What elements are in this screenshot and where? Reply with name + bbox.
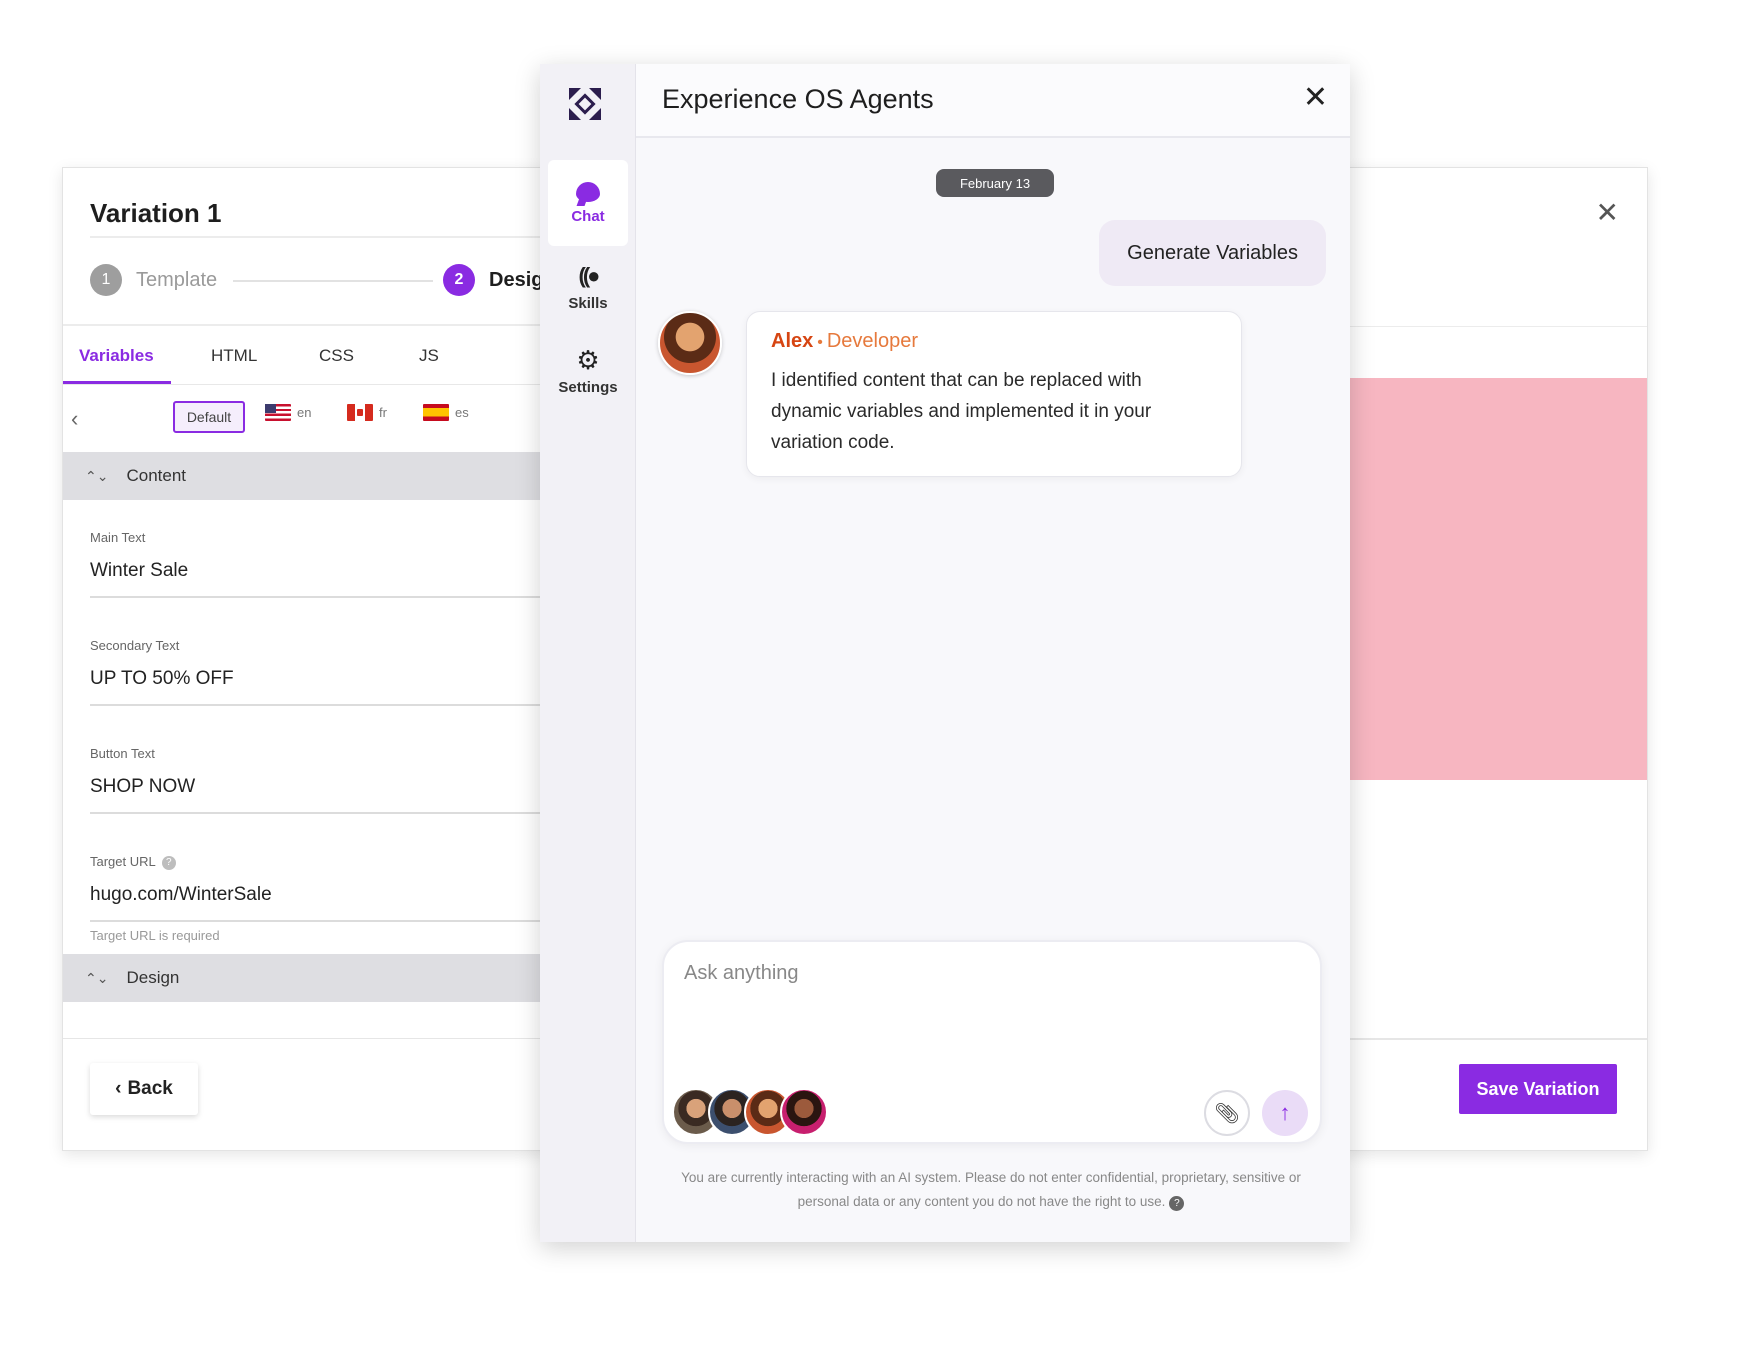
- target-url-hint: Target URL is required: [90, 928, 220, 943]
- chevron-left-icon: ‹: [115, 1078, 122, 1099]
- rail-settings[interactable]: ⚙ Settings: [548, 328, 628, 414]
- step-template[interactable]: 1 Template: [90, 264, 217, 296]
- locale-label: en: [297, 405, 312, 420]
- variation-title: Variation 1: [90, 198, 222, 228]
- rail-label: Chat: [571, 207, 605, 225]
- divider: [63, 1038, 561, 1039]
- close-icon[interactable]: ✕: [1596, 196, 1619, 229]
- field-underline: [90, 596, 561, 598]
- logo-icon: [569, 88, 601, 120]
- tab-js[interactable]: JS: [419, 346, 439, 366]
- agent-message-bubble: Alex • Developer I identified content that…: [746, 311, 1242, 477]
- secondary-text-field[interactable]: UP TO 50% OFF: [90, 668, 234, 690]
- rail-chat[interactable]: Chat: [548, 160, 628, 246]
- content-section-header[interactable]: ⌃⌄ Content ✎: [63, 452, 561, 500]
- date-chip: February 13: [936, 169, 1054, 197]
- step-design[interactable]: 2 Design: [443, 264, 556, 296]
- divider: [90, 236, 561, 238]
- divider: [63, 324, 561, 326]
- agent-name: Alex: [771, 330, 814, 352]
- preview-panel: ✕ Save Variation: [1342, 167, 1648, 1151]
- skills-icon: ((●: [578, 262, 601, 288]
- secondary-text-label: Secondary Text: [90, 638, 180, 653]
- chat-header: Experience OS Agents ✕: [636, 64, 1350, 138]
- field-underline: [90, 920, 561, 922]
- step-number: 1: [90, 264, 122, 296]
- disclaimer-text: You are currently interacting with an AI…: [681, 1170, 1301, 1209]
- paperclip-icon: 📎︎: [1214, 1102, 1240, 1125]
- agent-avatars[interactable]: [672, 1088, 828, 1136]
- ai-disclaimer: You are currently interacting with an AI…: [658, 1166, 1324, 1214]
- user-message-bubble: Generate Variables: [1099, 220, 1326, 286]
- canada-flag-icon: [347, 404, 373, 421]
- section-label: Design: [126, 968, 180, 987]
- locale-label: es: [455, 405, 469, 420]
- locale-es[interactable]: es: [423, 404, 469, 421]
- message-composer: 📎︎ ↑: [662, 940, 1322, 1144]
- chat-bubble-icon: [576, 181, 600, 202]
- back-label: Back: [127, 1078, 173, 1099]
- attach-button[interactable]: 📎︎: [1204, 1090, 1250, 1136]
- stage: Variation 1 1 Template 2 Design Variable…: [0, 0, 1758, 1358]
- agent-role: Developer: [826, 330, 919, 352]
- avatar: [780, 1088, 828, 1136]
- divider: [1343, 1038, 1647, 1040]
- chevron-left-icon[interactable]: ‹: [71, 406, 78, 432]
- variation-editor-panel: Variation 1 1 Template 2 Design Variable…: [62, 167, 562, 1151]
- design-section-header[interactable]: ⌃⌄ Design ✎: [63, 954, 561, 1002]
- agents-chat-modal: Chat ((● Skills ⚙ Settings Experience OS…: [540, 64, 1350, 1242]
- help-icon[interactable]: ?: [161, 855, 176, 870]
- button-text-label: Button Text: [90, 746, 155, 761]
- banner-preview: [1343, 378, 1647, 780]
- chat-sidebar: Chat ((● Skills ⚙ Settings: [540, 64, 636, 1242]
- collapse-icon: ⌃⌄: [85, 467, 109, 484]
- collapse-icon: ⌃⌄: [85, 969, 109, 986]
- locale-en[interactable]: en: [265, 404, 311, 421]
- step-label: Template: [136, 268, 218, 291]
- field-underline: [90, 812, 561, 814]
- locale-label: fr: [379, 405, 387, 420]
- back-button[interactable]: ‹ Back: [90, 1063, 198, 1115]
- tab-variables[interactable]: Variables: [79, 346, 154, 366]
- gear-icon: ⚙: [576, 344, 600, 375]
- target-url-label-text: Target URL: [90, 854, 156, 869]
- avatar: [658, 311, 722, 375]
- separator-dot: •: [817, 334, 823, 351]
- arrow-up-icon: ↑: [1279, 1100, 1291, 1125]
- us-flag-icon: [265, 404, 291, 421]
- message-input[interactable]: [684, 962, 1284, 985]
- save-variation-button[interactable]: Save Variation: [1459, 1064, 1617, 1114]
- target-url-label: Target URL?: [90, 854, 176, 870]
- field-underline: [90, 704, 561, 706]
- rail-skills[interactable]: ((● Skills: [548, 244, 628, 330]
- tab-css[interactable]: CSS: [319, 346, 354, 366]
- tab-html[interactable]: HTML: [211, 346, 257, 366]
- step-connector: [233, 280, 433, 282]
- divider: [63, 384, 561, 385]
- spain-flag-icon: [423, 404, 449, 421]
- close-icon[interactable]: ✕: [1303, 80, 1328, 115]
- agent-message-text: I identified content that can be replace…: [771, 370, 1152, 453]
- step-number: 2: [443, 264, 475, 296]
- agent-header: Alex • Developer: [771, 330, 1217, 353]
- rail-label: Settings: [558, 378, 618, 396]
- help-icon[interactable]: ?: [1169, 1196, 1185, 1211]
- section-label: Content: [126, 466, 187, 485]
- main-text-label: Main Text: [90, 530, 146, 545]
- target-url-field[interactable]: hugo.com/WinterSale: [90, 884, 272, 906]
- chat-title: Experience OS Agents: [662, 84, 934, 114]
- rail-label: Skills: [568, 294, 608, 312]
- locale-default-chip[interactable]: Default: [173, 401, 245, 433]
- main-text-field[interactable]: Winter Sale: [90, 560, 188, 582]
- divider: [1343, 326, 1647, 327]
- locale-fr[interactable]: fr: [347, 404, 387, 421]
- send-button[interactable]: ↑: [1262, 1090, 1308, 1136]
- button-text-field[interactable]: SHOP NOW: [90, 776, 195, 798]
